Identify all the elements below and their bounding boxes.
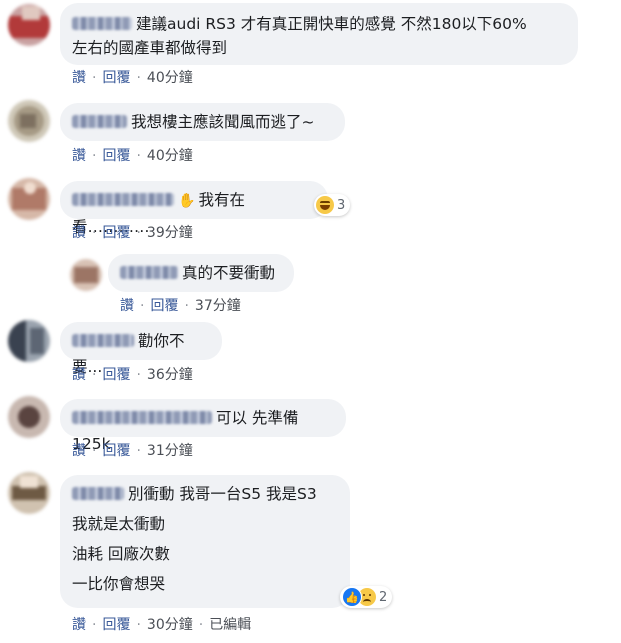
timestamp[interactable]: 40分鐘 [147,145,193,165]
comment-text: 我想樓主應該聞風而逃了~ [131,113,315,131]
reply-link[interactable]: 回覆 [102,222,130,242]
timestamp[interactable]: 37分鐘 [195,295,241,315]
like-link[interactable]: 讚 [72,614,86,634]
author-name[interactable] [72,115,127,128]
haha-emoji-icon [316,196,334,214]
comment-text: 一比你會想哭 [72,575,166,593]
reply-link[interactable]: 回覆 [102,440,130,460]
author-name[interactable] [72,17,132,30]
author-name[interactable] [72,411,212,424]
comment-actions: 讚 · 回覆 · 30分鐘 · 已編輯 [72,614,251,634]
comment-bubble: 我想樓主應該聞風而逃了~ [60,103,345,141]
comment-bubble: 勸你不要... [60,322,222,376]
comment-actions: 讚 · 回覆 · 31分鐘 [72,440,193,460]
like-link[interactable]: 讚 [72,364,86,384]
avatar[interactable] [8,4,50,46]
avatar[interactable] [8,396,50,438]
comment-bubble: 可以 先準備125k [60,399,346,453]
thumbs-up-icon: 👍 [342,587,362,607]
timestamp[interactable]: 31分鐘 [147,440,193,460]
reply-link[interactable]: 回覆 [102,67,130,87]
timestamp[interactable]: 30分鐘 [147,614,193,634]
like-link[interactable]: 讚 [72,440,86,460]
wave-hand-icon: ✋ [178,193,196,209]
timestamp[interactable]: 40分鐘 [147,67,193,87]
comment-bubble: 建議audi RS3 才有真正開快車的感覺 不然180以下60% 左右的國產車都… [60,3,578,65]
comment-actions: 讚 · 回覆 · 39分鐘 [72,222,193,242]
comment-actions: 讚 · 回覆 · 40分鐘 [72,67,193,87]
author-name[interactable] [72,487,124,500]
like-link[interactable]: 讚 [72,222,86,242]
avatar[interactable] [8,100,50,142]
comment-text: 別衝動 我哥一台S5 我是S3 [128,485,317,503]
reaction-count: 3 [337,197,346,213]
reply-link[interactable]: 回覆 [102,614,130,634]
avatar[interactable] [8,320,50,362]
comment-text: 真的不要衝動 [182,264,276,282]
edited-label[interactable]: 已編輯 [209,614,251,634]
comment-text: 我就是太衝動 [72,515,166,533]
like-link[interactable]: 讚 [120,295,134,315]
author-name[interactable] [72,334,134,347]
avatar[interactable] [8,178,50,220]
comment-text: 左右的國產車都做得到 [72,39,228,57]
comment-actions: 讚 · 回覆 · 40分鐘 [72,145,193,165]
reply-link[interactable]: 回覆 [150,295,178,315]
comment-actions: 讚 · 回覆 · 36分鐘 [72,364,193,384]
comment-bubble: 別衝動 我哥一台S5 我是S3 我就是太衝動 油耗 回廠次數 一比你會想哭 [60,475,350,608]
timestamp[interactable]: 39分鐘 [147,222,193,242]
reaction-badge[interactable]: 3 [314,194,351,216]
like-link[interactable]: 讚 [72,67,86,87]
reply-link[interactable]: 回覆 [102,364,130,384]
comment-text: 油耗 回廠次數 [72,545,170,563]
comment-bubble: 真的不要衝動 [108,254,294,292]
reaction-badge[interactable]: 👍 2 [340,586,393,608]
reply-link[interactable]: 回覆 [102,145,130,165]
timestamp[interactable]: 36分鐘 [147,364,193,384]
comment-actions: 讚 · 回覆 · 37分鐘 [120,295,241,315]
comment-bubble: ✋ 我有在看………… [60,181,328,236]
like-link[interactable]: 讚 [72,145,86,165]
avatar[interactable] [70,259,102,291]
avatar[interactable] [8,472,50,514]
comment-text: 建議audi RS3 才有真正開快車的感覺 不然180以下60% [136,15,527,33]
reaction-count: 2 [379,589,388,605]
author-name[interactable] [120,266,178,279]
author-name[interactable] [72,193,174,206]
